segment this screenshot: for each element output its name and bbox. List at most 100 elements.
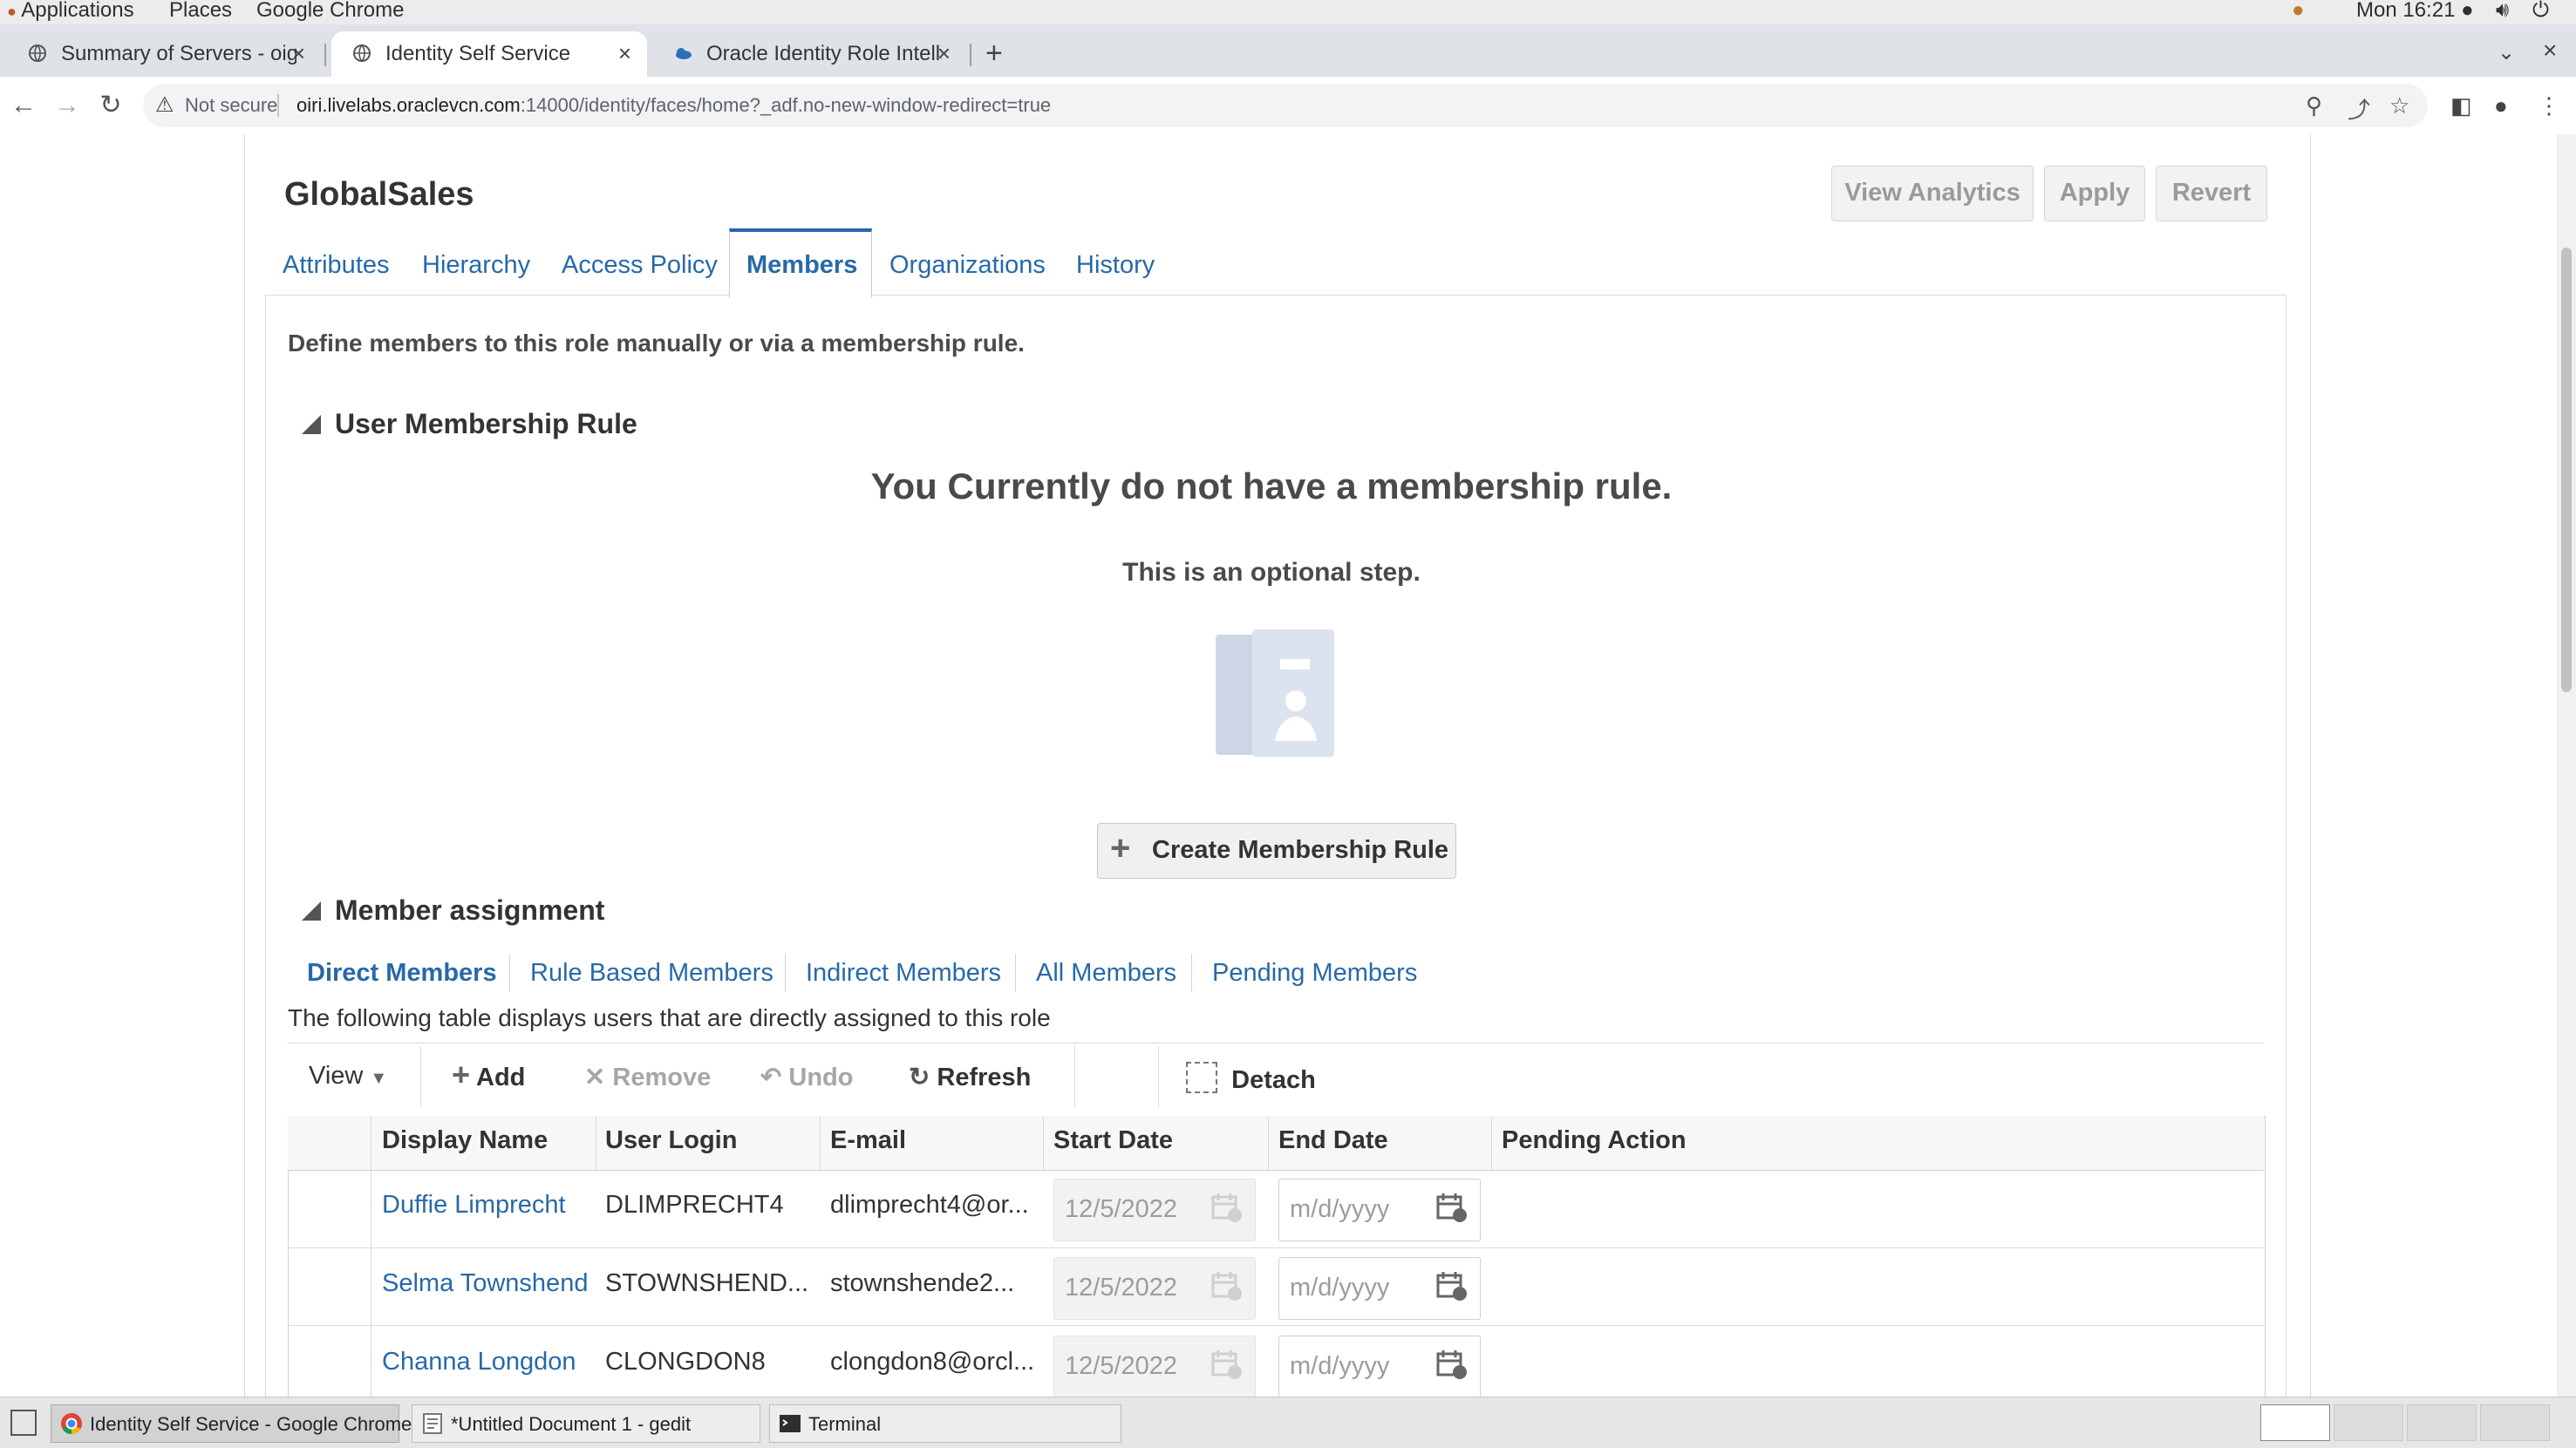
- column-header-end-date[interactable]: End Date: [1278, 1126, 1388, 1155]
- apply-button[interactable]: Apply: [2044, 166, 2145, 221]
- applications-menu[interactable]: ● Applications: [7, 0, 134, 23]
- calendar-icon: [1211, 1193, 1242, 1222]
- applications-label: Applications: [21, 0, 134, 22]
- back-button[interactable]: ←: [9, 91, 38, 120]
- refresh-button[interactable]: ↻ Refresh: [909, 1062, 1031, 1092]
- column-header-user-login[interactable]: User Login: [605, 1126, 737, 1155]
- subtab-pending-members[interactable]: Pending Members: [1212, 959, 1417, 988]
- end-date-field[interactable]: m/d/yyyy: [1278, 1257, 1481, 1320]
- tab-search-icon[interactable]: ⌄: [2498, 40, 2515, 65]
- browser-tab-active[interactable]: Identity Self Service ×: [331, 31, 647, 77]
- globe-icon: [29, 44, 46, 62]
- scrollbar-thumb[interactable]: [2561, 248, 2572, 692]
- column-header-pending-action[interactable]: Pending Action: [1502, 1126, 1687, 1155]
- member-display-name-link[interactable]: Channa Longdon: [382, 1348, 576, 1377]
- column-header-display-name[interactable]: Display Name: [382, 1126, 548, 1155]
- revert-button[interactable]: Revert: [2156, 166, 2267, 221]
- row-selector[interactable]: [289, 1326, 371, 1397]
- taskbar-item-terminal[interactable]: Terminal: [769, 1404, 1121, 1443]
- column-header-email[interactable]: E-mail: [830, 1126, 906, 1155]
- new-tab-button[interactable]: +: [985, 37, 1003, 71]
- row-selector[interactable]: [289, 1248, 371, 1325]
- column-header-start-date[interactable]: Start Date: [1053, 1126, 1173, 1155]
- show-desktop-icon[interactable]: [10, 1410, 37, 1436]
- reload-button[interactable]: ↻: [96, 91, 126, 120]
- create-membership-rule-label: Create Membership Rule: [1152, 836, 1449, 864]
- taskbar-item-label: Identity Self Service - Google Chrome: [90, 1413, 412, 1435]
- close-tab-icon[interactable]: ×: [937, 40, 951, 67]
- notification-icon[interactable]: ●: [2292, 0, 2305, 23]
- workspace-2[interactable]: [2334, 1404, 2403, 1441]
- collapse-rule-section-icon[interactable]: [302, 415, 321, 434]
- terminal-icon: [780, 1415, 801, 1432]
- tab-members[interactable]: Members: [746, 251, 857, 280]
- remove-member-button[interactable]: ✕ Remove: [584, 1062, 711, 1092]
- subtab-indirect-members[interactable]: Indirect Members: [806, 959, 1001, 988]
- app-menu-icon: ●: [7, 3, 17, 20]
- calendar-icon[interactable]: [1436, 1349, 1468, 1380]
- optional-step-message: This is an optional step.: [1122, 558, 1421, 587]
- calendar-icon[interactable]: [1436, 1192, 1468, 1223]
- tab-title: Oracle Identity Role Intellig: [706, 42, 942, 65]
- dropdown-arrow-icon: ▼: [370, 1069, 388, 1088]
- add-member-button[interactable]: + Add: [452, 1059, 525, 1092]
- start-date-field: 12/5/2022: [1053, 1336, 1256, 1397]
- close-tab-icon[interactable]: ×: [292, 40, 305, 67]
- workspace-3[interactable]: [2407, 1404, 2477, 1441]
- detach-button[interactable]: Detach: [1186, 1062, 1316, 1095]
- clock[interactable]: Mon 16:21 ●: [2356, 0, 2474, 23]
- os-taskbar: Identity Self Service - Google Chrome *U…: [0, 1397, 2576, 1448]
- plus-icon: +: [452, 1057, 471, 1092]
- browser-app-menu[interactable]: Google Chrome: [256, 0, 404, 23]
- workspace-4[interactable]: [2480, 1404, 2550, 1441]
- workspace-1[interactable]: [2260, 1404, 2330, 1441]
- browser-tab[interactable]: Summary of Servers - oig... ×: [7, 31, 321, 77]
- chrome-menu-icon[interactable]: ⋮: [2538, 92, 2560, 119]
- profile-icon[interactable]: ●: [2494, 92, 2508, 119]
- close-tab-icon[interactable]: ×: [618, 40, 631, 67]
- zoom-icon[interactable]: ⚲: [2306, 92, 2322, 119]
- tab-organizations[interactable]: Organizations: [889, 251, 1046, 280]
- table-header: [288, 1116, 2264, 1171]
- subtab-rule-based-members[interactable]: Rule Based Members: [530, 959, 773, 988]
- places-menu[interactable]: Places: [169, 0, 232, 23]
- tab-attributes[interactable]: Attributes: [283, 251, 390, 280]
- subtab-all-members[interactable]: All Members: [1036, 959, 1176, 988]
- bookmark-star-icon[interactable]: ☆: [2389, 92, 2409, 119]
- collapse-assignment-section-icon[interactable]: [302, 901, 321, 921]
- side-panel-icon[interactable]: ◧: [2450, 92, 2472, 119]
- tab-title: Summary of Servers - oig...: [61, 42, 296, 65]
- taskbar-item-gedit[interactable]: *Untitled Document 1 - gedit: [412, 1404, 760, 1443]
- taskbar-item-chrome[interactable]: Identity Self Service - Google Chrome: [51, 1404, 412, 1443]
- detach-icon: [1186, 1062, 1217, 1093]
- end-date-field[interactable]: m/d/yyyy: [1278, 1336, 1481, 1397]
- subtab-direct-members[interactable]: Direct Members: [307, 959, 497, 988]
- browser-tab[interactable]: Oracle Identity Role Intellig ×: [652, 31, 966, 77]
- x-icon: ✕: [584, 1064, 606, 1091]
- create-membership-rule-button[interactable]: + Create Membership Rule: [1097, 823, 1456, 879]
- calendar-icon[interactable]: [1436, 1270, 1468, 1302]
- tab-history[interactable]: History: [1076, 251, 1155, 280]
- start-date-value: 12/5/2022: [1065, 1195, 1178, 1223]
- text-editor-icon: [423, 1413, 442, 1434]
- tab-hierarchy[interactable]: Hierarchy: [422, 251, 530, 280]
- row-selector[interactable]: [289, 1171, 371, 1247]
- table-description: The following table displays users that …: [288, 1004, 1051, 1031]
- view-analytics-button[interactable]: View Analytics: [1831, 166, 2034, 221]
- close-window-icon[interactable]: ×: [2543, 37, 2557, 65]
- view-menu[interactable]: View ▼: [309, 1062, 387, 1091]
- volume-icon[interactable]: 🔊︎: [2496, 0, 2509, 23]
- power-icon[interactable]: ⏻: [2532, 0, 2549, 23]
- chrome-icon: [61, 1413, 82, 1434]
- address-bar[interactable]: ⚠ Not secure oiri.livelabs.oraclevcn.com…: [143, 84, 2428, 127]
- undo-button[interactable]: ↶ Undo: [760, 1062, 853, 1092]
- end-date-field[interactable]: m/d/yyyy: [1278, 1179, 1481, 1241]
- member-display-name-link[interactable]: Duffie Limprecht: [382, 1191, 566, 1220]
- tab-access-policy[interactable]: Access Policy: [562, 251, 718, 280]
- forward-button[interactable]: →: [52, 91, 82, 120]
- warning-icon: ⚠: [155, 93, 174, 117]
- share-icon[interactable]: ⤴: [2348, 92, 2370, 125]
- page-scrollbar[interactable]: [2557, 134, 2576, 1397]
- member-display-name-link[interactable]: Selma Townshend: [382, 1269, 588, 1298]
- start-date-value: 12/5/2022: [1065, 1352, 1178, 1380]
